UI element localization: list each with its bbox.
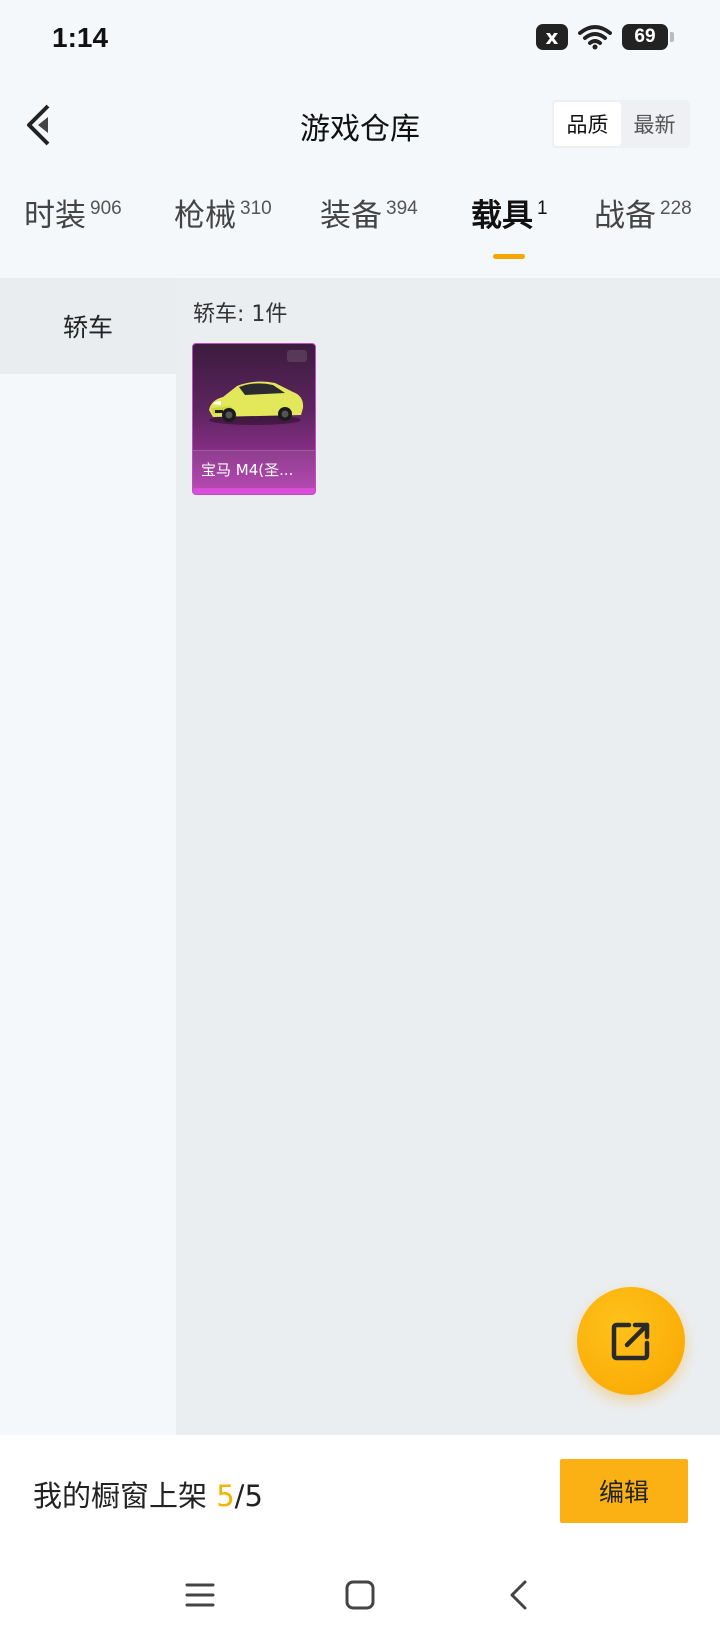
wifi-icon xyxy=(578,25,612,50)
sim-disabled-glyph: x xyxy=(545,25,559,49)
battery-icon: 69 xyxy=(622,24,674,50)
showcase-label: 我的橱窗上架 xyxy=(33,1479,217,1513)
share-button[interactable] xyxy=(577,1287,685,1395)
tab-firearms[interactable]: 枪械 310 xyxy=(174,196,272,236)
category-tabs: 时装 906 枪械 310 装备 394 载具 1 战备 228 xyxy=(0,196,720,276)
tab-fashion[interactable]: 时装 906 xyxy=(24,196,122,236)
tab-count: 310 xyxy=(240,198,272,219)
tab-supplies[interactable]: 战备 228 xyxy=(594,196,692,236)
edit-button[interactable]: 编辑 xyxy=(560,1459,688,1523)
home-square-icon xyxy=(345,1580,375,1610)
sidebar-item-label: 轿车 xyxy=(62,313,113,342)
battery-level: 69 xyxy=(634,26,656,47)
chevron-left-icon xyxy=(510,1580,527,1610)
tab-label: 载具 xyxy=(471,198,533,234)
system-navigation-bar xyxy=(0,1545,720,1640)
sim-disabled-icon: x xyxy=(536,24,568,50)
status-time: 1:14 xyxy=(52,22,109,53)
tab-count: 394 xyxy=(386,198,418,219)
sort-option-quality[interactable]: 品质 xyxy=(554,102,621,146)
subcategory-sidebar: 轿车 xyxy=(0,278,176,1435)
tab-equipment[interactable]: 装备 394 xyxy=(320,196,418,236)
item-name: 宝马 M4(圣... xyxy=(201,461,294,479)
sidebar-item-sedan[interactable]: 轿车 xyxy=(0,278,176,374)
section-title: 轿车: 1件 xyxy=(193,302,288,327)
item-grid-area: 轿车: 1件 宝马 M4(圣... xyxy=(176,278,720,1435)
tab-label: 战备 xyxy=(594,198,656,234)
tab-label: 枪械 xyxy=(174,198,236,234)
tab-count: 228 xyxy=(660,198,692,219)
active-tab-indicator xyxy=(493,254,525,259)
tab-label: 装备 xyxy=(320,198,382,234)
showcase-total-count: /5 xyxy=(234,1479,263,1513)
yellow-sports-car-image xyxy=(209,381,304,425)
header: 游戏仓库 品质 最新 xyxy=(0,80,720,170)
showcase-status: 我的橱窗上架 5/5 xyxy=(33,1473,263,1515)
card-corner-shine xyxy=(287,350,307,362)
sort-toggle: 品质 最新 xyxy=(552,100,690,148)
rarity-stripe xyxy=(193,488,315,494)
tab-count: 1 xyxy=(537,198,548,219)
status-bar: 1:14 x 69 xyxy=(0,0,720,80)
system-back-button[interactable] xyxy=(498,1575,538,1615)
share-external-icon xyxy=(611,1322,650,1361)
menu-icon xyxy=(185,1583,215,1607)
tab-count: 906 xyxy=(90,198,122,219)
showcase-current-count: 5 xyxy=(216,1479,235,1513)
home-button[interactable] xyxy=(340,1575,380,1615)
item-card[interactable]: 宝马 M4(圣... xyxy=(192,343,316,495)
showcase-bar: 我的橱窗上架 5/5 编辑 xyxy=(0,1435,720,1545)
tab-vehicles[interactable]: 载具 1 xyxy=(471,196,548,236)
sort-option-newest[interactable]: 最新 xyxy=(621,102,688,146)
card-label-bar: 宝马 M4(圣... xyxy=(193,450,315,488)
tab-label: 时装 xyxy=(24,198,86,234)
recent-apps-button[interactable] xyxy=(180,1575,220,1615)
status-icons: x 69 xyxy=(536,24,674,50)
